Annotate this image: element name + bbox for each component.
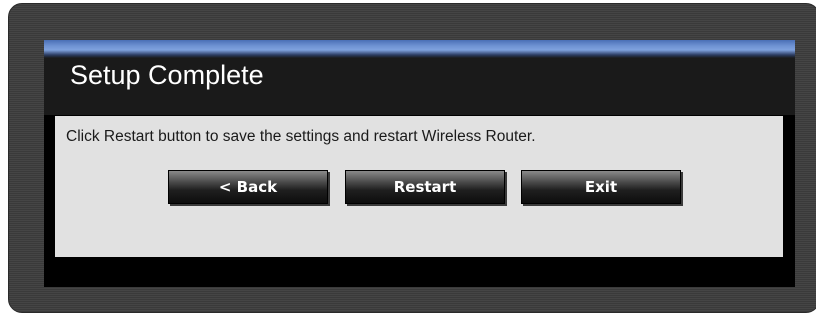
dialog-content: Click Restart button to save the setting… xyxy=(55,116,783,257)
exit-button[interactable]: Exit xyxy=(521,170,681,204)
back-button[interactable]: < Back xyxy=(168,170,328,204)
page-title: Setup Complete xyxy=(70,60,264,90)
title-bar: Setup Complete xyxy=(44,40,795,115)
restart-button[interactable]: Restart xyxy=(345,170,505,204)
setup-complete-dialog: Setup Complete Click Restart button to s… xyxy=(44,40,795,287)
instruction-text: Click Restart button to save the setting… xyxy=(66,128,536,145)
